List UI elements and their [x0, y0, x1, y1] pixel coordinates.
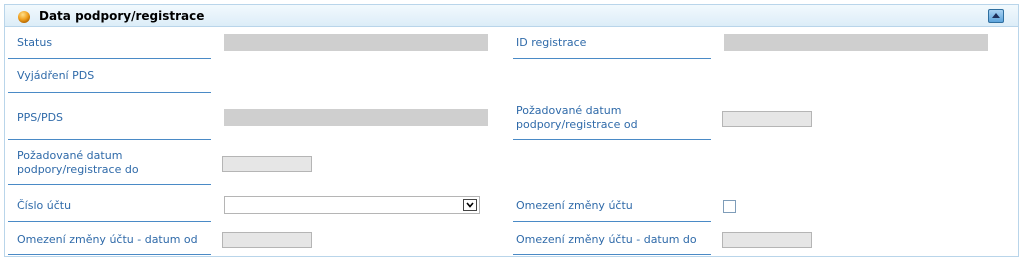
omezeni-datum-od-field[interactable]: [222, 232, 312, 248]
id-registrace-field: [724, 34, 988, 51]
collapse-up-icon: [992, 13, 1000, 18]
cislo-uctu-label: Číslo účtu: [17, 199, 72, 212]
id-registrace-label: ID registrace: [516, 36, 587, 49]
status-underline: [8, 58, 211, 59]
pps-pds-label: PPS/PDS: [17, 111, 64, 124]
cislo-uctu-underline: [8, 221, 211, 222]
panel-title: Data podpory/registrace: [39, 9, 205, 23]
status-label: Status: [17, 36, 53, 49]
pozadovane-od-label-line1: Požadované datum: [516, 104, 622, 117]
omezeni-datum-od-underline: [8, 254, 211, 255]
vyjadreni-pds-underline: [8, 92, 211, 93]
pps-pds-underline: [8, 139, 211, 140]
omezeni-zmeny-uctu-label: Omezení změny účtu: [516, 199, 633, 212]
omezeni-datum-od-label: Omezení změny účtu - datum od: [17, 233, 198, 246]
pozadovane-do-underline: [8, 184, 211, 185]
collapse-button[interactable]: [988, 9, 1004, 23]
pozadovane-od-underline: [513, 139, 711, 140]
pozadovane-do-date-field[interactable]: [222, 156, 312, 172]
pps-pds-field: [224, 109, 488, 126]
omezeni-zmeny-uctu-underline: [513, 221, 711, 222]
cislo-uctu-select[interactable]: [224, 196, 480, 214]
chevron-down-icon: [466, 202, 474, 208]
pozadovane-od-label-line2: podpory/registrace od: [516, 118, 638, 131]
pozadovane-od-date-field[interactable]: [722, 111, 812, 127]
panel-header: Data podpory/registrace: [5, 5, 1018, 27]
omezeni-datum-do-field[interactable]: [722, 232, 812, 248]
omezeni-datum-do-label: Omezení změny účtu - datum do: [516, 233, 697, 246]
status-field: [224, 34, 488, 51]
orange-sphere-icon: [17, 9, 31, 23]
vyjadreni-pds-label: Vyjádření PDS: [17, 69, 95, 82]
pozadovane-do-label-line1: Požadované datum: [17, 149, 123, 162]
omezeni-datum-do-underline: [513, 254, 711, 255]
dropdown-button[interactable]: [463, 199, 477, 211]
omezeni-zmeny-uctu-checkbox[interactable]: [723, 200, 736, 213]
pozadovane-do-label-line2: podpory/registrace do: [17, 163, 139, 176]
id-registrace-underline: [513, 58, 711, 59]
